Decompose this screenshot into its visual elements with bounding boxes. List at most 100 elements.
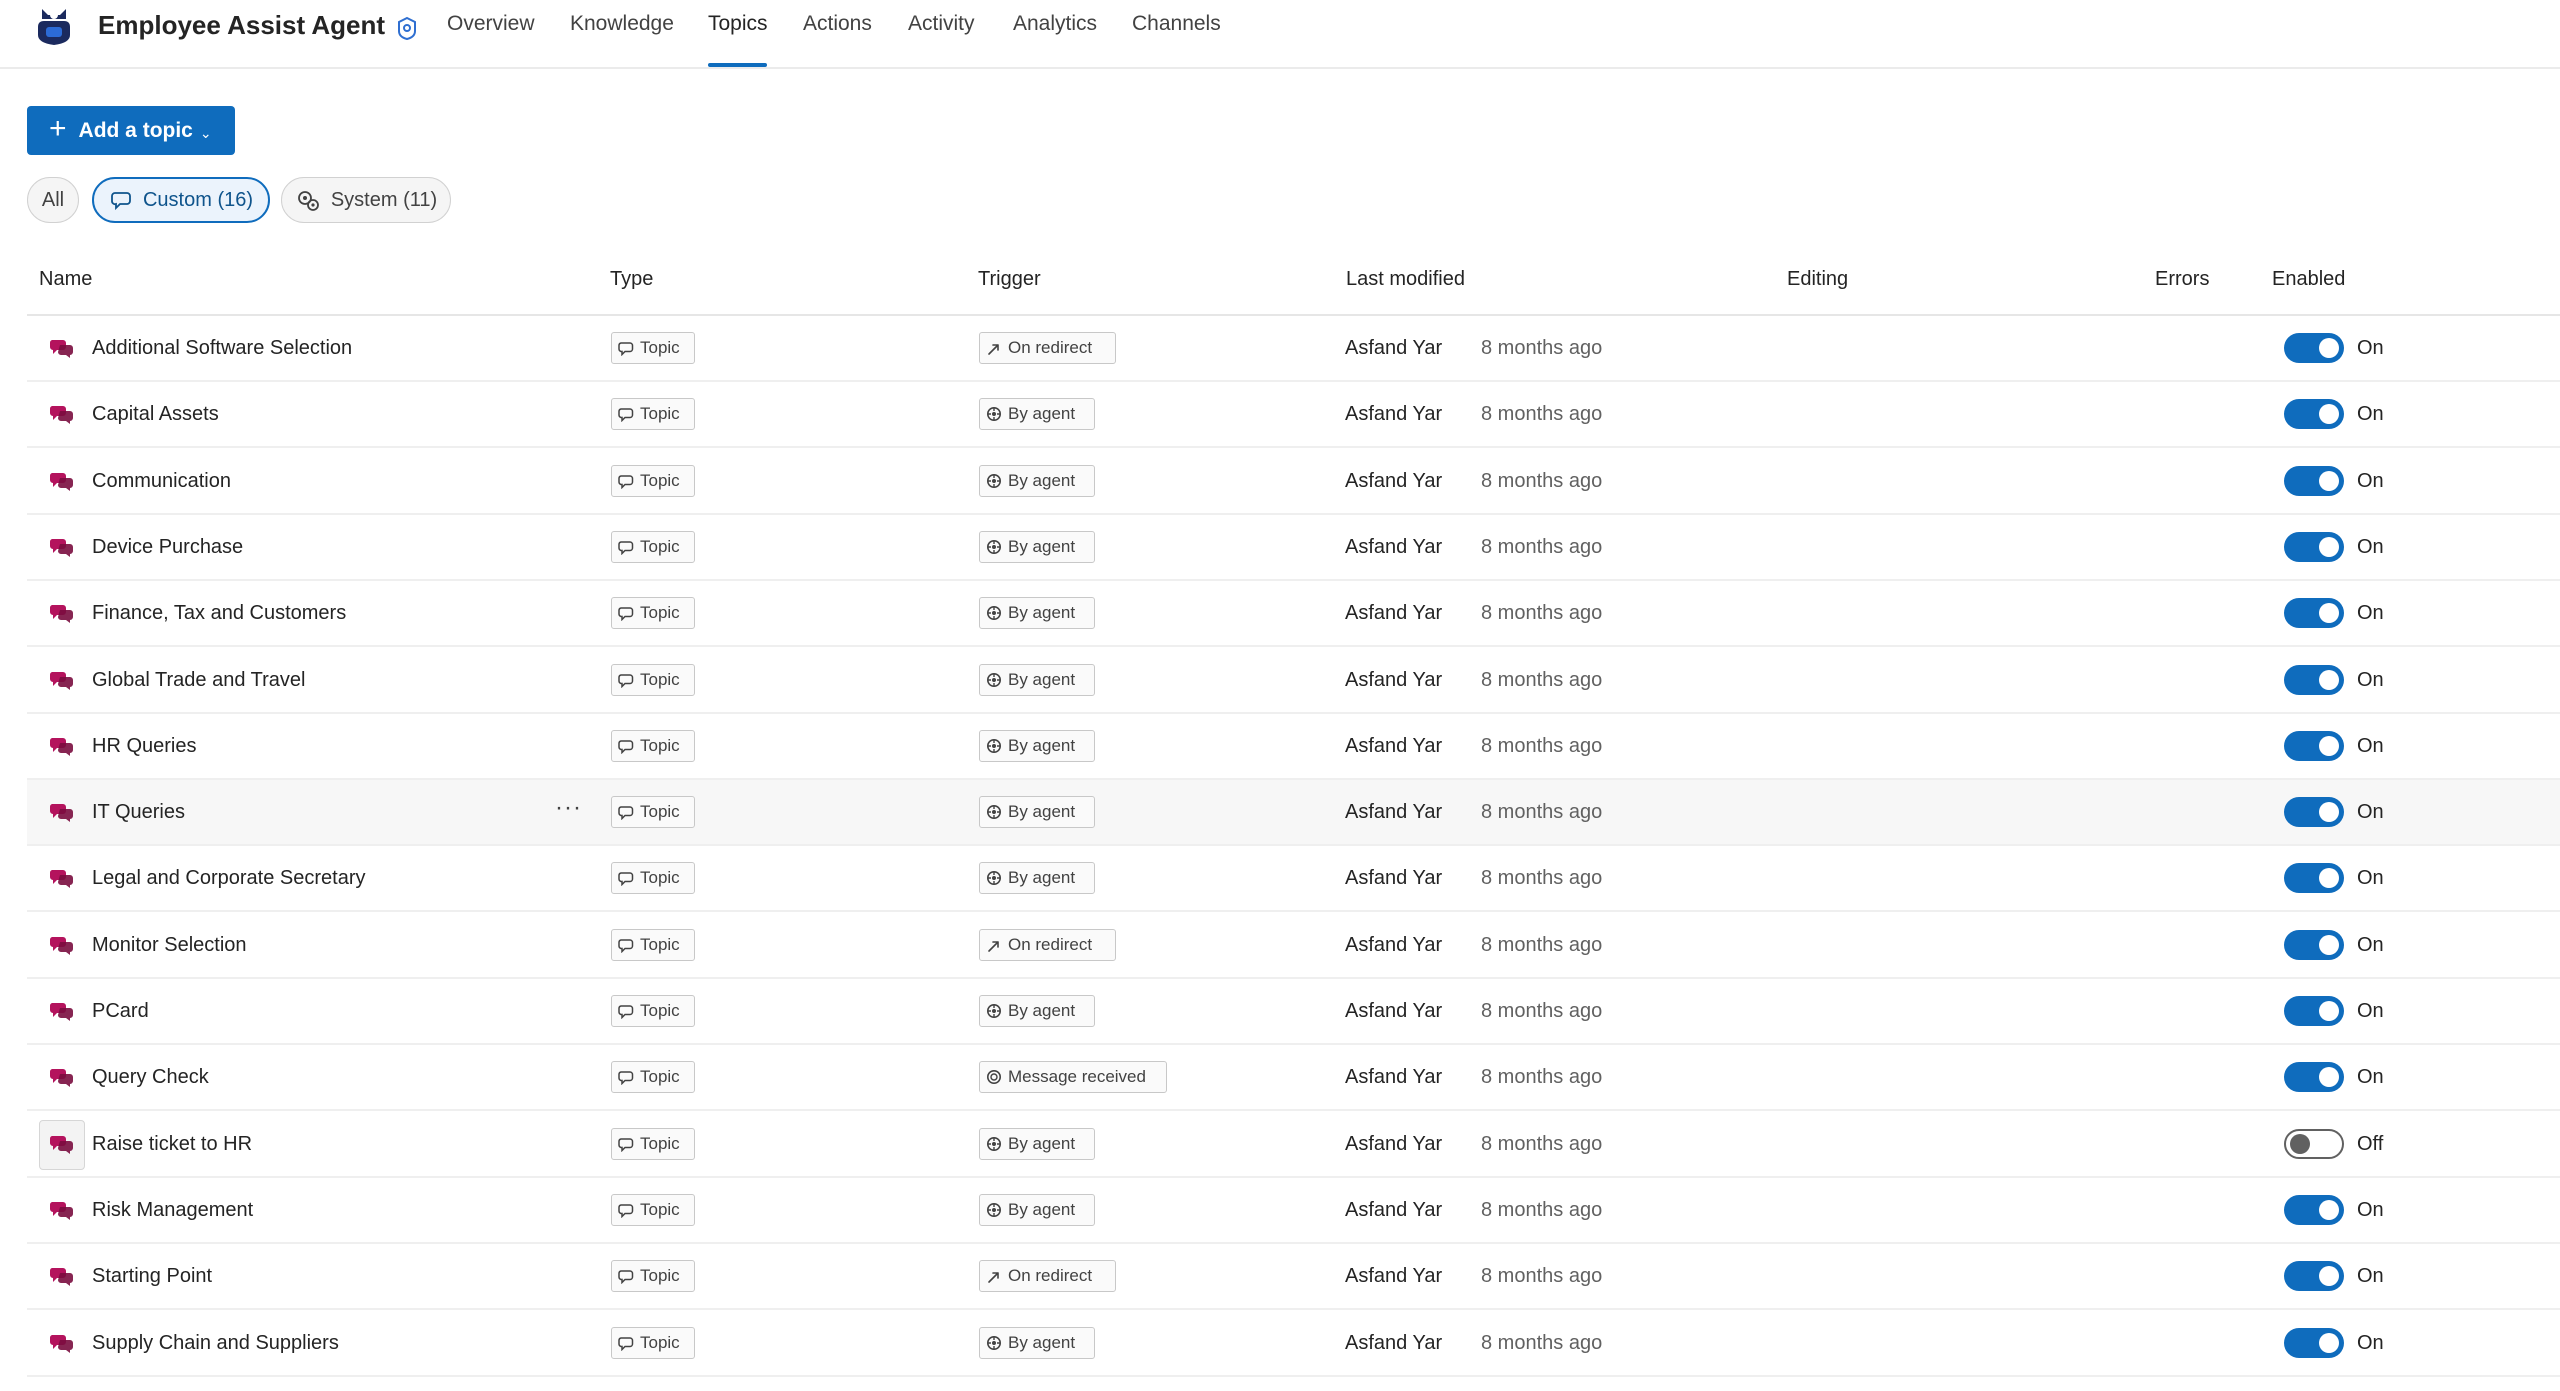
enabled-toggle[interactable] [2284, 996, 2344, 1026]
table-row[interactable]: PCard Topic By agent Asfand Yar 8 months ago… [27, 979, 2560, 1045]
filter-custom[interactable]: Custom (16) [92, 177, 270, 223]
enabled-toggle[interactable] [2284, 1261, 2344, 1292]
topic-name[interactable]: HR Queries [92, 735, 196, 758]
chat-icon [618, 938, 634, 953]
tab-activity[interactable]: Activity [908, 12, 975, 36]
topic-name[interactable]: Communication [92, 470, 231, 493]
table-row[interactable]: Query Check Topic Message received Asfand Y… [27, 1045, 2560, 1112]
column-header-enabled[interactable]: Enabled [2272, 268, 2345, 291]
topic-name[interactable]: Additional Software Selection [92, 337, 352, 360]
trigger-badge: By agent [979, 729, 1095, 762]
topic-name[interactable]: Device Purchase [92, 536, 243, 559]
trigger-badge: By agent [979, 530, 1095, 563]
topic-name[interactable]: IT Queries [92, 801, 185, 824]
enabled-toggle[interactable] [2284, 664, 2344, 695]
tab-overview[interactable]: Overview [447, 12, 535, 36]
tab-analytics[interactable]: Analytics [1013, 12, 1097, 36]
topic-name[interactable]: PCard [92, 1000, 149, 1023]
enabled-label: On [2357, 1066, 2384, 1089]
topic-icon [49, 870, 73, 889]
trigger-label: Message received [1008, 1067, 1146, 1087]
table-row[interactable]: Monitor Selection Topic On redirect Asfand … [27, 913, 2560, 979]
enabled-toggle[interactable] [2284, 797, 2344, 828]
topic-name[interactable]: Risk Management [92, 1199, 253, 1222]
type-badge: Topic [611, 1193, 695, 1226]
enabled-toggle[interactable] [2284, 465, 2344, 496]
toggle-knob [2319, 1001, 2339, 1021]
column-header-last-modified[interactable]: Last modified [1346, 268, 1465, 291]
column-header-editing[interactable]: Editing [1787, 268, 1848, 291]
tab-channels[interactable]: Channels [1132, 12, 1221, 36]
topic-icon [49, 472, 73, 491]
enabled-toggle[interactable] [2284, 598, 2344, 629]
enabled-toggle[interactable] [2284, 1327, 2344, 1358]
agent-settings-icon[interactable] [393, 14, 421, 42]
type-badge: Topic [611, 663, 695, 696]
agent-icon [987, 738, 1001, 753]
enabled-label: Off [2357, 1132, 2384, 1155]
table-row[interactable]: Raise ticket to HR Topic By agent Asfand Ya… [27, 1112, 2560, 1178]
column-header-trigger[interactable]: Trigger [978, 268, 1041, 291]
enabled-toggle[interactable] [2284, 929, 2344, 960]
column-header-errors[interactable]: Errors [2155, 268, 2209, 291]
column-header-type[interactable]: Type [610, 268, 653, 291]
topic-name[interactable]: Raise ticket to HR [92, 1133, 252, 1156]
table-row[interactable]: IT Queries ··· Topic By agent Asfand Yar 8 mo… [27, 780, 2560, 847]
enabled-toggle[interactable] [2284, 399, 2344, 430]
topic-name[interactable]: Legal and Corporate Secretary [92, 867, 366, 890]
toggle-knob [2319, 1266, 2339, 1287]
topic-name[interactable]: Capital Assets [92, 403, 219, 426]
filter-all[interactable]: All [27, 177, 79, 223]
modified-by: Asfand Yar [1345, 801, 1443, 824]
topic-name[interactable]: Query Check [92, 1066, 209, 1089]
toggle-knob [2319, 536, 2339, 557]
add-topic-button[interactable]: + Add a topic ⌄ [27, 106, 235, 155]
table-row[interactable]: HR Queries Topic By agent Asfand Yar 8 month… [27, 714, 2560, 780]
trigger-badge: On redirect [979, 1260, 1116, 1293]
topic-name[interactable]: Supply Chain and Suppliers [92, 1332, 339, 1355]
modified-by: Asfand Yar [1345, 1132, 1443, 1155]
tab-actions[interactable]: Actions [803, 12, 872, 36]
table-row[interactable]: Legal and Corporate Secretary Topic By age… [27, 846, 2560, 913]
plus-icon: + [49, 112, 67, 145]
table-row[interactable]: Finance, Tax and Customers Topic By agent A… [27, 581, 2560, 648]
toggle-knob [2319, 802, 2339, 823]
enabled-toggle[interactable] [2284, 863, 2344, 894]
redirect-icon [988, 344, 999, 355]
table-row[interactable]: Starting Point Topic On redirect Asfand Yar… [27, 1244, 2560, 1311]
column-header-name[interactable]: Name [39, 268, 92, 291]
type-label: Topic [640, 536, 680, 556]
enabled-toggle[interactable] [2284, 730, 2344, 761]
enabled-toggle[interactable] [2284, 1128, 2344, 1159]
modified-time: 8 months ago [1481, 469, 1603, 492]
enabled-toggle[interactable] [2284, 1194, 2344, 1225]
table-row[interactable]: Device Purchase Topic By agent Asfand Yar 8 … [27, 515, 2560, 581]
top-bar: Employee Assist Agent Overview Knowledge… [0, 0, 2560, 69]
topic-name[interactable]: Starting Point [92, 1265, 212, 1288]
topic-icon [49, 1069, 73, 1088]
table-row[interactable]: Global Trade and Travel Topic By agent Asfa… [27, 648, 2560, 714]
more-options-button[interactable]: ··· [555, 794, 582, 822]
table-row[interactable]: Risk Management Topic By agent Asfand Yar 8 … [27, 1178, 2560, 1244]
enabled-label: On [2357, 1198, 2384, 1221]
topic-name[interactable]: Monitor Selection [92, 934, 247, 957]
filter-system[interactable]: System (11) [281, 177, 451, 223]
enabled-label: On [2357, 403, 2384, 426]
enabled-toggle[interactable] [2284, 333, 2344, 363]
agent-icon [987, 1335, 1001, 1350]
table-row[interactable]: Additional Software Selection Topic On red… [27, 316, 2560, 382]
enabled-toggle[interactable] [2284, 531, 2344, 562]
trigger-badge: By agent [979, 796, 1095, 829]
table-row[interactable]: Capital Assets Topic By agent Asfand Yar 8 m… [27, 382, 2560, 449]
table-row[interactable]: Supply Chain and Suppliers Topic By agent A… [27, 1311, 2560, 1377]
agent-icon [987, 473, 1001, 488]
topic-name[interactable]: Finance, Tax and Customers [92, 602, 346, 625]
tab-topics[interactable]: Topics [708, 12, 768, 36]
table-row[interactable]: Communication Topic By agent Asfand Yar 8 mo… [27, 449, 2560, 515]
modified-time: 8 months ago [1481, 1066, 1603, 1089]
topic-icon [49, 671, 73, 690]
chat-icon [618, 1336, 634, 1351]
enabled-toggle[interactable] [2284, 1062, 2344, 1093]
topic-name[interactable]: Global Trade and Travel [92, 669, 305, 692]
tab-knowledge[interactable]: Knowledge [570, 12, 674, 36]
